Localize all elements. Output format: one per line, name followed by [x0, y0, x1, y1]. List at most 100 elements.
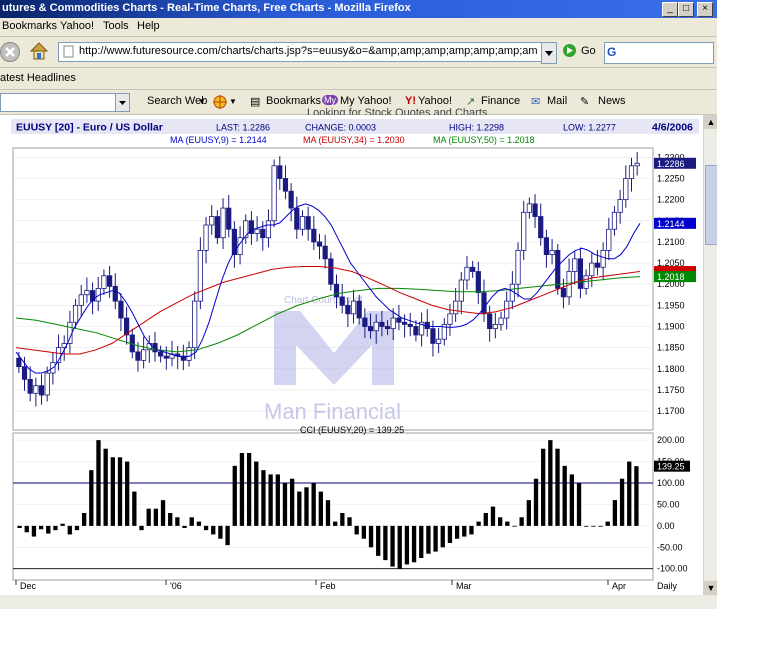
finance-icon[interactable]: ↗ [466, 95, 475, 108]
my-yahoo-button[interactable]: My Yahoo! [340, 95, 392, 107]
bookmark-latest-headlines[interactable]: atest Headlines [0, 72, 76, 84]
minimize-icon[interactable]: _ [662, 2, 678, 17]
go-arrow-icon[interactable] [563, 44, 576, 57]
cci-marker: 139.25 [654, 460, 690, 472]
scroll-down-icon[interactable]: ▼ [704, 581, 718, 595]
cci-bar [254, 461, 259, 526]
cci-bar [89, 470, 94, 526]
candle-body [492, 323, 498, 330]
price-marker-label: 1.2018 [657, 272, 685, 282]
news-icon[interactable]: ✎ [580, 95, 589, 108]
bookmarks-icon[interactable]: ▤ [250, 95, 260, 108]
close-window-icon[interactable]: × [697, 2, 713, 17]
news-button[interactable]: News [598, 95, 626, 107]
cci-bar [67, 525, 72, 535]
menu-yahoo[interactable]: Yahoo! [60, 20, 94, 32]
candle-body [186, 347, 192, 361]
candle-body [38, 385, 45, 396]
sparkle-icon[interactable] [212, 94, 228, 110]
home-icon[interactable] [28, 40, 50, 62]
cci-bar [519, 517, 524, 526]
yahoo-search-input[interactable] [0, 93, 130, 112]
search-web-dropdown-icon[interactable]: ▼ [198, 97, 206, 106]
window-title: utures & Commodities Charts - Real-Time … [2, 2, 411, 14]
candle-body [594, 262, 601, 268]
vertical-scrollbar[interactable]: ▲ ▼ [703, 115, 719, 595]
candle-body [141, 349, 147, 361]
cci-bar [433, 525, 438, 552]
menu-help[interactable]: Help [137, 20, 160, 32]
candle-body [413, 326, 419, 336]
maximize-icon[interactable]: □ [678, 2, 694, 17]
price-tick-label: 1.2250 [657, 173, 685, 183]
yahoo-bookmarks-button[interactable]: Bookmarks [266, 95, 321, 107]
yahoo-button[interactable]: Yahoo! [418, 95, 452, 107]
horizontal-scrollbar[interactable] [0, 595, 717, 609]
candle-body [396, 317, 402, 323]
candle-body [384, 326, 391, 330]
candle-body [623, 178, 629, 201]
price-tick-label: 1.1800 [657, 364, 685, 374]
cci-bar [297, 491, 302, 526]
candle-body [260, 228, 266, 239]
menu-bookmarks[interactable]: Bookmarks [2, 20, 57, 32]
price-marker-label: 1.2286 [657, 159, 685, 169]
candle-body [555, 249, 561, 289]
candle-body [316, 241, 323, 247]
cci-bar [419, 525, 424, 558]
cci-bar [383, 525, 388, 561]
candle-body [158, 351, 164, 357]
candle-body [606, 228, 612, 251]
cci-bar [497, 517, 503, 526]
search-dropdown-icon[interactable] [115, 94, 129, 111]
stop-icon[interactable] [0, 42, 20, 62]
mail-icon[interactable]: ✉ [531, 95, 540, 108]
cci-bar [447, 525, 453, 543]
candle-body [498, 317, 504, 325]
cci-axis: 200.00150.00100.0050.000.00-50.00-100.00 [657, 435, 688, 574]
url-field[interactable]: http://www.futuresource.com/charts/chart… [58, 42, 544, 62]
menu-tools[interactable]: Tools [103, 20, 129, 32]
candle-body [589, 262, 595, 277]
chart-change: CHANGE: 0.0003 [305, 123, 376, 133]
price-axis: 1.23001.22501.22001.21501.21001.20501.20… [657, 152, 685, 416]
candle-body [515, 249, 521, 285]
price-tick-label: 1.2100 [657, 237, 685, 247]
cci-bar [304, 487, 309, 526]
cci-bar [569, 474, 575, 526]
cci-bar [31, 525, 37, 537]
cci-bar [368, 525, 374, 548]
cci-bar [469, 525, 474, 535]
cci-bar [411, 525, 417, 563]
cci-bar [541, 448, 546, 526]
sparkle-dropdown-icon[interactable]: ▼ [229, 97, 237, 106]
my-yahoo-icon[interactable]: My [322, 95, 338, 105]
cci-bar [490, 506, 496, 526]
price-tick-label: 1.1900 [657, 322, 685, 332]
yahoo-y-icon[interactable]: Y! [405, 95, 416, 107]
cci-bar [426, 525, 431, 554]
go-button[interactable]: Go [581, 45, 596, 57]
finance-button[interactable]: Finance [481, 95, 520, 107]
candle-body [44, 372, 50, 396]
cci-bar [125, 461, 130, 526]
candle-body [271, 165, 277, 222]
candle-body [453, 300, 459, 315]
price-tick-label: 1.1750 [657, 385, 685, 395]
cci-bar [232, 465, 237, 526]
cci-bar [203, 525, 209, 531]
candle-body [617, 199, 623, 213]
candle-body [543, 237, 550, 256]
candle-body [634, 162, 640, 167]
price-tick-label: 1.1950 [657, 300, 685, 310]
cci-bar [462, 525, 467, 537]
cci-bar [60, 523, 65, 526]
scroll-up-icon[interactable]: ▲ [704, 115, 718, 129]
cci-bar [24, 525, 29, 533]
cci-bar [347, 517, 352, 526]
search-field[interactable]: G [604, 42, 714, 64]
mail-button[interactable]: Mail [547, 95, 567, 107]
url-dropdown-icon[interactable] [541, 42, 557, 64]
candle-body [487, 313, 493, 330]
cci-bar [584, 525, 589, 527]
